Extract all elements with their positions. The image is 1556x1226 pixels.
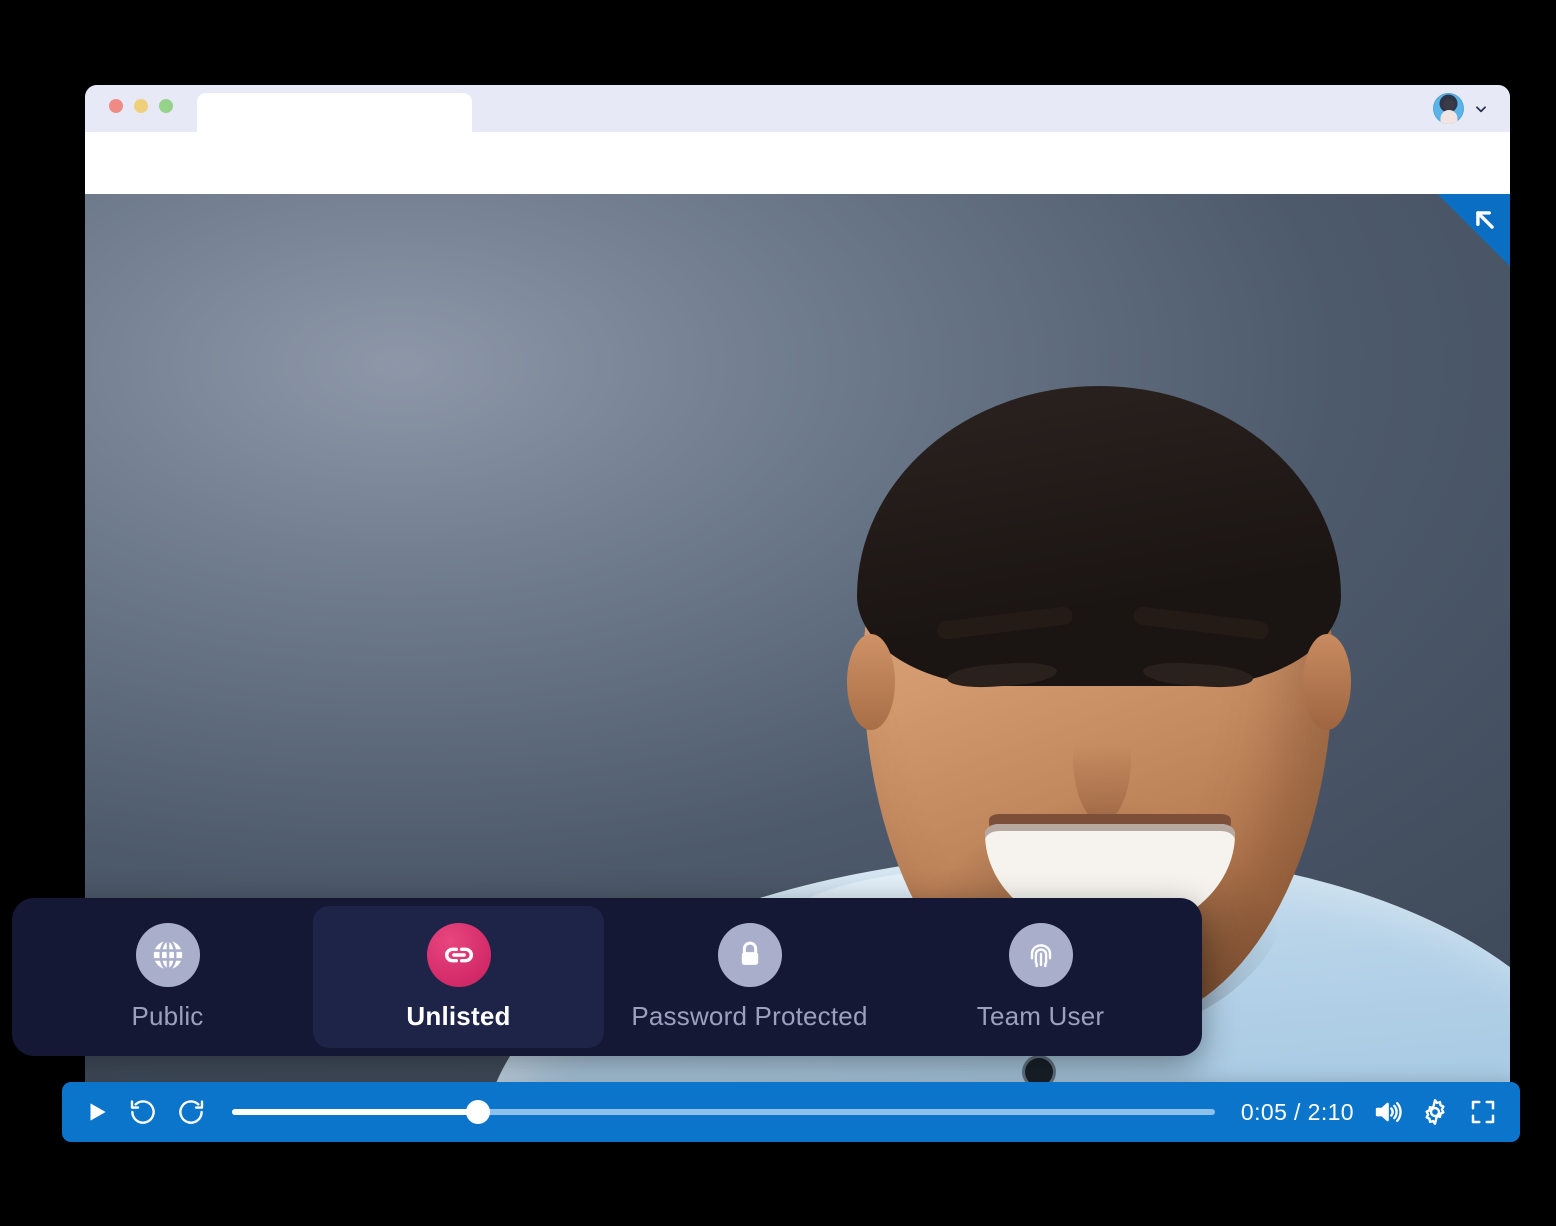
fingerprint-icon	[1008, 922, 1073, 987]
privacy-selector-bar: Public Unlisted Password Protected Team …	[12, 898, 1202, 1056]
volume-icon	[1375, 1102, 1402, 1122]
privacy-option-unlisted[interactable]: Unlisted	[313, 906, 604, 1048]
subject-ear-right	[1303, 634, 1351, 730]
minimize-window-button[interactable]	[134, 99, 148, 113]
maximize-window-button[interactable]	[159, 99, 173, 113]
lock-icon	[717, 922, 782, 987]
video-player-controls: 0:05 / 2:10	[62, 1082, 1520, 1142]
close-window-button[interactable]	[109, 99, 123, 113]
rewind-icon	[130, 1100, 155, 1124]
progress-handle[interactable]	[465, 1100, 490, 1124]
settings-button[interactable]	[1420, 1097, 1450, 1127]
link-icon	[426, 922, 491, 987]
avatar[interactable]	[1433, 93, 1464, 124]
traffic-lights	[109, 99, 173, 113]
progress-bar[interactable]	[232, 1099, 1215, 1125]
time-display: 0:05 / 2:10	[1240, 1098, 1354, 1125]
browser-tab[interactable]	[197, 93, 472, 132]
privacy-option-label: Password Protected	[631, 1000, 868, 1031]
privacy-option-public[interactable]: Public	[22, 906, 313, 1048]
settings-gear-icon	[1425, 1099, 1445, 1125]
volume-button[interactable]	[1372, 1097, 1402, 1127]
forward-button[interactable]	[176, 1097, 206, 1127]
browser-account-area	[1433, 93, 1488, 124]
screenshot-root: Public Unlisted Password Protected Team …	[0, 0, 1556, 1226]
forward-icon	[179, 1100, 204, 1124]
chevron-down-icon[interactable]	[1474, 102, 1488, 116]
globe-icon	[135, 922, 200, 987]
privacy-option-team-user[interactable]: Team User	[895, 906, 1186, 1048]
rewind-button[interactable]	[128, 1097, 158, 1127]
play-icon	[90, 1103, 106, 1121]
privacy-option-label: Public	[131, 1000, 204, 1031]
privacy-option-password-protected[interactable]: Password Protected	[604, 906, 895, 1048]
collapse-arrow-icon	[1476, 211, 1494, 229]
privacy-option-label: Unlisted	[406, 1000, 511, 1031]
fullscreen-button[interactable]	[1468, 1097, 1498, 1127]
progress-fill	[232, 1109, 478, 1115]
subject-hair	[857, 386, 1341, 686]
browser-toolbar	[85, 132, 1510, 194]
collapse-corner-badge[interactable]	[1438, 194, 1510, 266]
play-button[interactable]	[84, 1099, 110, 1125]
privacy-option-label: Team User	[976, 1000, 1105, 1031]
browser-chrome-bar	[85, 85, 1510, 132]
subject-ear-left	[847, 634, 895, 730]
fullscreen-icon	[1471, 1100, 1495, 1124]
